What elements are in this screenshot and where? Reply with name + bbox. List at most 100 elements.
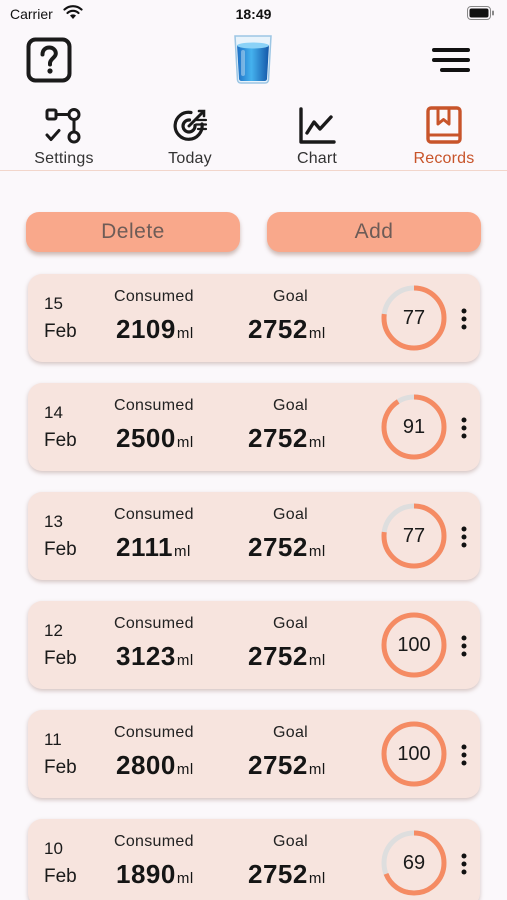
delete-button[interactable]: Delete [26,212,240,252]
record-card[interactable]: 11 Feb Consumed 2800ml Goal 2752ml 100 [28,710,480,798]
more-options-icon[interactable] [456,416,472,440]
tab-records[interactable]: Records [381,105,507,171]
consumed-value: 1890ml [116,859,194,890]
goal-amount: 2752 [248,532,308,562]
record-day: 11 [44,730,62,749]
tab-chart[interactable]: Chart [254,105,380,171]
app-screen: Carrier 18:49 Settings Today Chart Recor… [0,0,507,900]
more-options-icon[interactable] [456,743,472,767]
consumed-amount: 3123 [116,641,176,671]
progress-percent: 100 [397,742,431,765]
record-day: 13 [44,512,63,531]
consumed-value: 2111ml [116,532,191,563]
consumed-label: Consumed [114,288,194,305]
goal-label: Goal [273,724,308,741]
record-day: 12 [44,621,63,640]
goal-label: Goal [273,288,308,305]
record-day: 15 [44,294,63,313]
bookmark-book-icon [426,106,462,144]
record-month: Feb [44,757,77,778]
consumed-amount: 2109 [116,314,176,344]
goal-value: 2752ml [248,641,326,672]
consumed-label: Consumed [114,724,194,741]
record-month: Feb [44,648,77,669]
add-button[interactable]: Add [267,212,481,252]
unit-label: ml [308,434,326,451]
consumed-amount: 2800 [116,750,176,780]
consumed-label: Consumed [114,615,194,632]
goal-amount: 2752 [248,750,308,780]
goal-value: 2752ml [248,314,326,345]
unit-label: ml [308,652,326,669]
unit-label: ml [176,870,194,887]
goal-value: 2752ml [248,750,326,781]
consumed-value: 2109ml [116,314,194,345]
unit-label: ml [308,870,326,887]
tab-label: Records [413,150,475,167]
record-month: Feb [44,430,77,451]
unit-label: ml [176,325,194,342]
record-card[interactable]: 15 Feb Consumed 2109ml Goal 2752ml 77 [28,274,480,362]
record-card[interactable]: 10 Feb Consumed 1890ml Goal 2752ml 69 [28,819,480,900]
record-month: Feb [44,539,77,560]
help-button[interactable] [26,37,72,83]
consumed-value: 3123ml [116,641,194,672]
record-card[interactable]: 13 Feb Consumed 2111ml Goal 2752ml 77 [28,492,480,580]
more-options-icon[interactable] [456,307,472,331]
progress-percent: 100 [397,633,431,656]
record-month: Feb [44,866,77,887]
water-glass-logo [234,35,272,84]
consumed-value: 2500ml [116,423,194,454]
goal-value: 2752ml [248,532,326,563]
battery-icon [467,6,494,20]
goal-amount: 2752 [248,641,308,671]
goal-label: Goal [273,506,308,523]
consumed-amount: 1890 [116,859,176,889]
goal-amount: 2752 [248,859,308,889]
target-icon [173,109,208,141]
tab-label: Chart [296,150,338,167]
goal-value: 2752ml [248,859,326,890]
menu-icon[interactable] [430,43,472,77]
record-card[interactable]: 14 Feb Consumed 2500ml Goal 2752ml 91 [28,383,480,471]
unit-label: ml [176,434,194,451]
consumed-amount: 2500 [116,423,176,453]
consumed-label: Consumed [114,397,194,414]
more-options-icon[interactable] [456,852,472,876]
progress-percent: 91 [402,415,426,438]
unit-label: ml [176,652,194,669]
status-time: 18:49 [235,6,272,22]
goal-amount: 2752 [248,314,308,344]
record-card[interactable]: 12 Feb Consumed 3123ml Goal 2752ml 100 [28,601,480,689]
unit-label: ml [173,543,191,560]
record-day: 10 [44,839,63,858]
goal-label: Goal [273,397,308,414]
flow-settings-icon [45,108,81,144]
tab-bar: Settings Today Chart Records [0,105,507,171]
status-bar: Carrier 18:49 [0,0,507,28]
record-day: 14 [44,403,63,422]
goal-label: Goal [273,833,308,850]
progress-percent: 77 [402,306,426,329]
tab-today[interactable]: Today [127,105,253,171]
goal-amount: 2752 [248,423,308,453]
line-chart-icon [299,107,336,144]
unit-label: ml [308,543,326,560]
consumed-label: Consumed [114,833,194,850]
goal-value: 2752ml [248,423,326,454]
progress-percent: 77 [402,524,426,547]
more-options-icon[interactable] [456,525,472,549]
tab-settings[interactable]: Settings [1,105,127,171]
consumed-label: Consumed [114,506,194,523]
unit-label: ml [308,325,326,342]
unit-label: ml [308,761,326,778]
tab-label: Settings [34,150,94,167]
goal-label: Goal [273,615,308,632]
tab-label: Today [168,150,212,167]
more-options-icon[interactable] [456,634,472,658]
consumed-amount: 2111 [116,532,173,562]
record-month: Feb [44,321,77,342]
progress-percent: 69 [402,851,426,874]
unit-label: ml [176,761,194,778]
consumed-value: 2800ml [116,750,194,781]
